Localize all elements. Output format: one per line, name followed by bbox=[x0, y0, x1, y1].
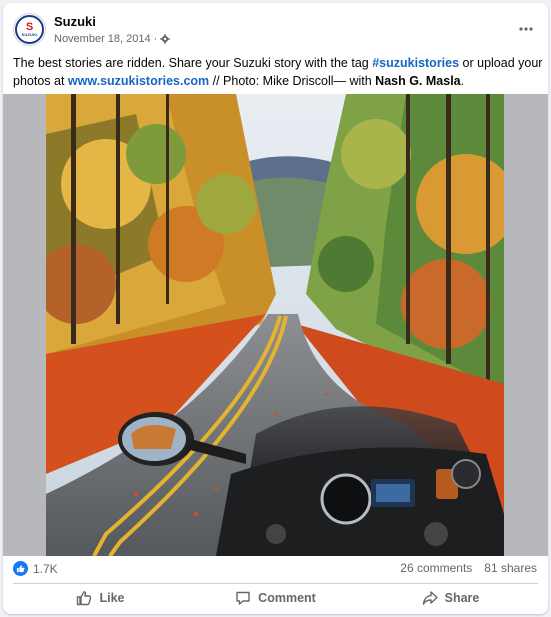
actions-divider bbox=[13, 583, 538, 584]
post-actions: Like Comment Share bbox=[13, 585, 538, 611]
comments-count[interactable]: 26 comments bbox=[400, 561, 472, 575]
engagement-counts: 26 comments 81 shares bbox=[400, 561, 537, 575]
share-label: Share bbox=[444, 591, 480, 605]
like-button[interactable]: Like bbox=[13, 585, 188, 611]
reactions-summary[interactable]: 1.7K bbox=[13, 561, 58, 576]
share-button[interactable]: Share bbox=[363, 585, 538, 611]
comment-bubble-icon bbox=[236, 591, 250, 605]
caption-text-4: . bbox=[460, 74, 465, 88]
reactions-count: 1.7K bbox=[33, 561, 58, 576]
comment-button[interactable]: Comment bbox=[188, 585, 363, 611]
website-link[interactable]: www.suzukistories.com bbox=[68, 74, 209, 88]
suzuki-logo-icon: S SUZUKI bbox=[15, 15, 44, 44]
post-date[interactable]: November 18, 2014 bbox=[54, 33, 151, 45]
shares-count[interactable]: 81 shares bbox=[484, 561, 537, 575]
more-dots-icon bbox=[519, 27, 533, 31]
post-caption: The best stories are ridden. Share your … bbox=[13, 54, 543, 90]
share-arrow-icon bbox=[422, 591, 438, 605]
page-name[interactable]: Suzuki bbox=[54, 14, 96, 29]
page-avatar[interactable]: S SUZUKI bbox=[13, 13, 46, 46]
post-stats: 1.7K 26 comments 81 shares bbox=[3, 556, 548, 580]
like-reaction-icon bbox=[13, 561, 28, 576]
logo-word: SUZUKI bbox=[21, 32, 38, 37]
like-label: Like bbox=[99, 591, 125, 605]
post-header: S SUZUKI Suzuki November 18, 2014 · bbox=[3, 3, 548, 53]
tagged-person-link[interactable]: Nash G. Masla bbox=[375, 74, 460, 88]
autumn-road-motorcycle-photo-icon bbox=[46, 94, 504, 556]
post-media bbox=[3, 94, 548, 556]
caption-text-3: // Photo: Mike Driscoll— with bbox=[209, 74, 376, 88]
gear-icon[interactable] bbox=[160, 34, 170, 44]
post-photo[interactable] bbox=[46, 94, 504, 556]
logo-letter: S bbox=[25, 21, 34, 33]
comment-label: Comment bbox=[258, 591, 316, 605]
hashtag-link[interactable]: #suzukistories bbox=[372, 56, 459, 70]
more-options-button[interactable] bbox=[514, 17, 538, 41]
post-meta: November 18, 2014 · bbox=[54, 33, 170, 45]
thumbs-up-icon bbox=[77, 591, 92, 606]
post-card: S SUZUKI Suzuki November 18, 2014 · The … bbox=[3, 3, 548, 614]
meta-separator: · bbox=[153, 33, 158, 45]
caption-text-1: The best stories are ridden. Share your … bbox=[13, 56, 373, 70]
